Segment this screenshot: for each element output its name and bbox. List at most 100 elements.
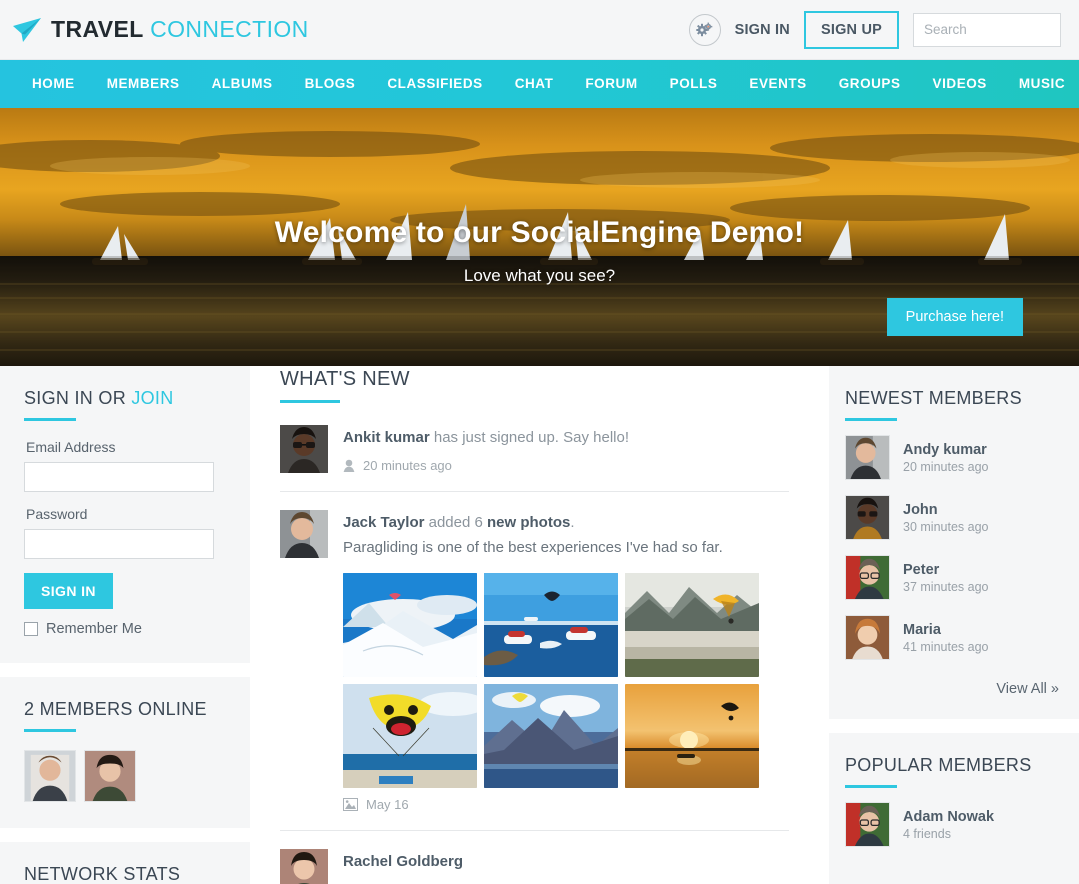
popular-members-title: POPULAR MEMBERS (845, 755, 1032, 775)
avatar[interactable] (280, 848, 328, 884)
email-field[interactable] (24, 462, 214, 492)
member-info: Peter 37 minutes ago (903, 562, 988, 594)
nav-item-albums[interactable]: ALBUMS (196, 60, 289, 108)
search-input[interactable] (913, 12, 1061, 47)
avatar[interactable] (845, 615, 890, 660)
member-name[interactable]: John (903, 502, 988, 518)
member-name[interactable]: Peter (903, 562, 988, 578)
avatar[interactable] (84, 750, 136, 802)
remember-me-row[interactable]: Remember Me (24, 621, 226, 637)
remember-me-checkbox[interactable] (24, 622, 38, 636)
email-label: Email Address (26, 439, 116, 455)
feed-item-meta: 20 minutes ago (343, 458, 789, 473)
main-content: SIGN IN OR JOIN Email Address Password S… (0, 366, 1079, 884)
members-online-title: 2 MEMBERS ONLINE (24, 699, 207, 719)
newest-members-block: NEWEST MEMBERS Andy kumar 20 minutes ago (829, 366, 1079, 719)
newest-members-title: NEWEST MEMBERS (845, 388, 1022, 408)
feed-photo[interactable] (343, 683, 477, 788)
member-row[interactable]: Andy kumar 20 minutes ago (845, 435, 1063, 480)
nav-item-polls[interactable]: POLLS (654, 60, 734, 108)
avatar[interactable] (845, 435, 890, 480)
feed-action-link[interactable]: new photos (487, 514, 570, 531)
sign-in-submit-button[interactable]: SIGN IN (24, 573, 113, 609)
avatar[interactable] (24, 750, 76, 802)
member-row[interactable]: Maria 41 minutes ago (845, 615, 1063, 660)
feed-item-meta: May 16 (343, 797, 789, 812)
password-label: Password (26, 506, 88, 522)
hero-subtitle: Love what you see? (463, 266, 616, 285)
logo-secondary: CONNECTION (150, 16, 309, 42)
feed-author[interactable]: Rachel Goldberg (343, 853, 463, 870)
right-sidebar: NEWEST MEMBERS Andy kumar 20 minutes ago (829, 366, 1079, 884)
member-name[interactable]: Maria (903, 622, 988, 638)
avatar[interactable] (845, 555, 890, 600)
nav-item-chat[interactable]: CHAT (499, 60, 570, 108)
feed-photo[interactable] (343, 572, 477, 677)
avatar[interactable] (280, 425, 328, 473)
nav-item-home[interactable]: HOME (16, 60, 91, 108)
title-underline (24, 418, 76, 421)
purchase-button[interactable]: Purchase here! (886, 298, 1023, 336)
popular-members-block: POPULAR MEMBERS Adam Nowak 4 friends (829, 733, 1079, 884)
person-icon (343, 459, 355, 472)
hero-banner: Welcome to our SocialEngine Demo! Love w… (0, 108, 1079, 366)
member-time: 20 minutes ago (903, 459, 989, 474)
nav-item-members[interactable]: MEMBERS (91, 60, 196, 108)
feed-timestamp: May 16 (366, 796, 409, 812)
network-stats-title: NETWORK STATS (24, 864, 181, 884)
feed-action: has just signed up. Say hello! (429, 429, 629, 446)
join-link[interactable]: JOIN (131, 388, 173, 408)
hero-title: Welcome to our SocialEngine Demo! (274, 216, 805, 249)
member-row[interactable]: Adam Nowak 4 friends (845, 802, 1063, 847)
nav-item-music[interactable]: MUSIC (1003, 60, 1079, 108)
feed-item-body: Rachel Goldberg (343, 849, 789, 884)
logo-primary: TRAVEL (51, 16, 144, 42)
member-time: 37 minutes ago (903, 579, 989, 594)
title-underline (845, 785, 897, 788)
sign-in-block: SIGN IN OR JOIN Email Address Password S… (0, 366, 250, 663)
feed-item-text: Rachel Goldberg (343, 851, 789, 873)
feed-photo[interactable] (625, 683, 759, 788)
header-actions: SIGN IN SIGN UP (688, 10, 1061, 49)
sign-up-button[interactable]: SIGN UP (803, 10, 899, 49)
feed-title-underline (280, 400, 340, 403)
top-header: TRAVEL CONNECTION SIGN IN SIGN UP Search (0, 0, 1079, 60)
feed-photo-grid (343, 572, 789, 788)
feed-photo[interactable] (484, 683, 618, 788)
title-underline (24, 729, 76, 732)
settings-button[interactable] (688, 13, 721, 46)
feed-caption: Paragliding is one of the best experienc… (343, 538, 723, 556)
feed-author[interactable]: Ankit kumar (343, 429, 430, 446)
member-row[interactable]: John 30 minutes ago (845, 495, 1063, 540)
site-logo[interactable]: TRAVEL CONNECTION (12, 16, 309, 43)
member-row[interactable]: Peter 37 minutes ago (845, 555, 1063, 600)
avatar[interactable] (845, 802, 890, 847)
feed-title: WHAT'S NEW (280, 368, 410, 390)
member-name[interactable]: Andy kumar (903, 442, 988, 458)
sign-in-link[interactable]: SIGN IN (735, 22, 790, 38)
member-time: 30 minutes ago (903, 519, 989, 534)
feed-item: Ankit kumar has just signed up. Say hell… (280, 425, 789, 492)
paper-plane-icon (13, 17, 41, 42)
feed-author[interactable]: Jack Taylor (343, 514, 424, 531)
feed-item-text: Ankit kumar has just signed up. Say hell… (343, 427, 789, 449)
nav-item-videos[interactable]: VIDEOS (917, 60, 1003, 108)
nav-item-groups[interactable]: GROUPS (823, 60, 917, 108)
photo-icon (343, 797, 358, 811)
nav-item-classifieds[interactable]: CLASSIFIEDS (371, 60, 498, 108)
feed-photo[interactable] (484, 572, 618, 677)
member-name[interactable]: Adam Nowak (903, 809, 994, 825)
left-sidebar: SIGN IN OR JOIN Email Address Password S… (0, 366, 250, 884)
nav-item-blogs[interactable]: BLOGS (289, 60, 372, 108)
view-all-link[interactable]: View All » (845, 675, 1063, 697)
nav-item-events[interactable]: EVENTS (733, 60, 822, 108)
password-field[interactable] (24, 529, 214, 559)
feed-item-body: Jack Taylor added 6 new photos. Paraglid… (343, 510, 789, 812)
avatar[interactable] (845, 495, 890, 540)
avatar[interactable] (280, 510, 328, 558)
feed-item-text: Jack Taylor added 6 new photos. (343, 512, 789, 534)
members-online-block: 2 MEMBERS ONLINE (0, 677, 250, 828)
feed-item: Rachel Goldberg (280, 848, 789, 884)
nav-item-forum[interactable]: FORUM (569, 60, 653, 108)
feed-photo[interactable] (625, 572, 759, 677)
